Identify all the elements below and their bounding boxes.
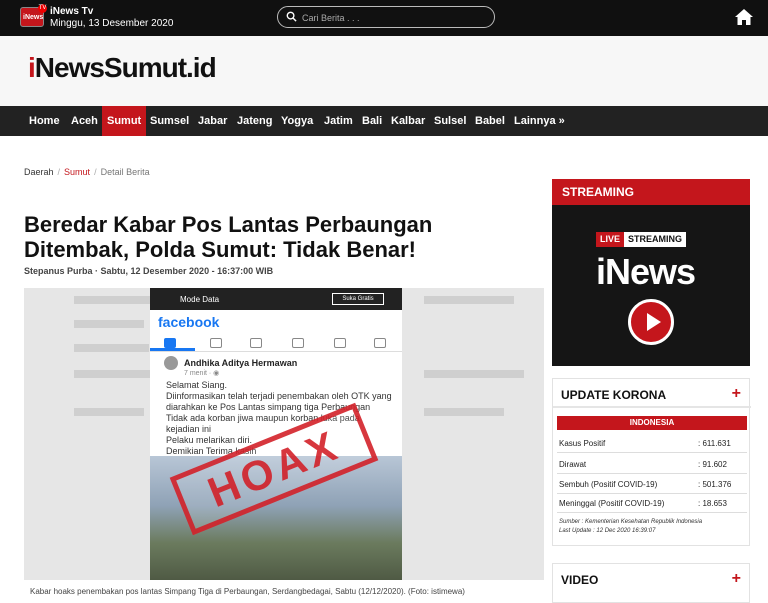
article-byline: Stepanus Purba · Sabtu, 12 Desember 2020… — [24, 266, 274, 276]
play-button[interactable] — [628, 299, 674, 345]
home-icon[interactable] — [734, 8, 754, 26]
article-image[interactable]: Mode Data Suka Gratis facebook Andhika A… — [24, 288, 544, 580]
avatar — [164, 356, 178, 370]
nav-item-jatim[interactable]: Jatim — [319, 106, 358, 136]
live-label: LIVE — [596, 232, 625, 247]
video-title: VIDEO — [561, 573, 599, 587]
video-expand-icon[interactable]: + — [732, 570, 741, 588]
main-nav: Home Aceh Sumut Sumsel Jabar Jateng Yogy… — [0, 106, 768, 136]
stat-row: Dirawat : 91.602 — [557, 454, 747, 474]
fb-tab-indicator — [150, 348, 195, 351]
nav-item-aceh[interactable]: Aceh — [66, 106, 103, 136]
breadcrumb-separator: / — [57, 167, 61, 177]
fb-menu-icon — [374, 338, 386, 348]
live-streaming-badge: LIVE STREAMING — [596, 232, 687, 247]
breadcrumb-sumut[interactable]: Sumut — [64, 167, 90, 177]
tv-logo-badge: TV — [38, 4, 47, 13]
stat-row: Meninggal (Positif COVID-19) : 18.653 — [557, 493, 747, 513]
breadcrumb-current: Detail Berita — [100, 167, 150, 177]
inews-tv-logo[interactable]: iNews TV — [20, 4, 47, 27]
nav-item-sulsel[interactable]: Sulsel — [429, 106, 471, 136]
brand-bar: iNewsSumut.id — [0, 36, 768, 106]
search-icon — [286, 11, 297, 22]
image-caption: Kabar hoaks penembakan pos lantas Simpan… — [30, 587, 465, 596]
streaming-header: STREAMING — [552, 179, 750, 205]
data-source: Sumber : Kementerian Kesehatan Republik … — [559, 518, 702, 536]
korona-widget: UPDATE KORONA + INDONESIA Kasus Positif … — [552, 378, 751, 546]
region-label: INDONESIA — [557, 416, 747, 430]
play-icon — [647, 313, 661, 331]
breadcrumb-separator: / — [94, 167, 97, 177]
korona-expand-icon[interactable]: + — [732, 385, 741, 403]
stat-value: : 91.602 — [698, 460, 727, 469]
korona-title: UPDATE KORONA — [561, 388, 667, 402]
tv-logo-text: iNews — [23, 14, 44, 21]
facebook-logo: facebook — [158, 314, 220, 330]
stat-value: : 611.631 — [698, 439, 731, 448]
search-input[interactable] — [302, 10, 487, 25]
article-title: Beredar Kabar Pos Lantas Perbaungan Dite… — [24, 212, 433, 262]
nav-item-kalbar[interactable]: Kalbar — [386, 106, 430, 136]
facebook-header: facebook — [150, 310, 402, 352]
source-text: Sumber : Kementerian Kesehatan Republik … — [559, 519, 703, 525]
site-logo[interactable]: iNewsSumut.id — [28, 52, 217, 84]
fb-friends-icon — [210, 338, 222, 348]
stat-label: Dirawat — [559, 460, 587, 469]
last-update-text: Last Update : 12 Dec 2020 16:39:07 — [559, 528, 656, 534]
stat-row: Kasus Positif : 611.631 — [557, 433, 747, 453]
mode-data-label: Mode Data — [180, 295, 220, 304]
search-box[interactable] — [277, 6, 495, 28]
post-time: 7 menit · ◉ — [184, 370, 220, 377]
nav-item-babel[interactable]: Babel — [470, 106, 510, 136]
nav-item-jabar[interactable]: Jabar — [193, 106, 232, 136]
inews-stream-logo: iNews — [596, 251, 696, 292]
nav-item-home[interactable]: Home — [24, 106, 65, 136]
site-logo-rest: NewsSumut.id — [34, 52, 217, 83]
current-date: Minggu, 13 Desember 2020 — [50, 18, 174, 29]
streaming-widget[interactable]: STREAMING LIVE STREAMING iNews — [552, 179, 750, 366]
stat-value: : 501.376 — [698, 480, 732, 489]
stat-row: Sembuh (Positif COVID-19) : 501.376 — [557, 474, 747, 494]
stat-label: Sembuh (Positif COVID-19) — [559, 480, 658, 489]
streaming-label: STREAMING — [624, 232, 687, 247]
fb-marketplace-icon — [250, 338, 262, 348]
post-author: Andhika Aditya Hermawan — [184, 358, 298, 368]
stat-value: : 18.653 — [698, 499, 727, 508]
fb-groups-icon — [292, 338, 304, 348]
fb-home-icon — [164, 338, 176, 348]
divider — [553, 406, 751, 408]
channel-name[interactable]: iNews Tv — [50, 6, 93, 17]
stat-label: Kasus Positif — [559, 439, 606, 448]
breadcrumb: Daerah / Sumut / Detail Berita — [24, 167, 150, 177]
nav-item-sumsel[interactable]: Sumsel — [145, 106, 194, 136]
breadcrumb-daerah[interactable]: Daerah — [24, 167, 54, 177]
nav-item-sumut[interactable]: Sumut — [102, 106, 147, 136]
nav-item-jateng[interactable]: Jateng — [232, 106, 277, 136]
phone-status-bar: Mode Data Suka Gratis — [150, 288, 402, 310]
suka-gratis-button: Suka Gratis — [332, 293, 384, 305]
site-logo-prefix: i — [28, 52, 36, 83]
top-bar: iNews TV iNews Tv Minggu, 13 Desember 20… — [0, 0, 768, 36]
nav-item-yogya[interactable]: Yogya — [276, 106, 318, 136]
nav-item-lainnya[interactable]: Lainnya » — [509, 106, 570, 136]
fb-notifications-icon — [334, 338, 346, 348]
video-widget: VIDEO + — [552, 563, 750, 603]
stat-label: Meninggal (Positif COVID-19) — [559, 499, 665, 508]
nav-item-bali[interactable]: Bali — [357, 106, 387, 136]
